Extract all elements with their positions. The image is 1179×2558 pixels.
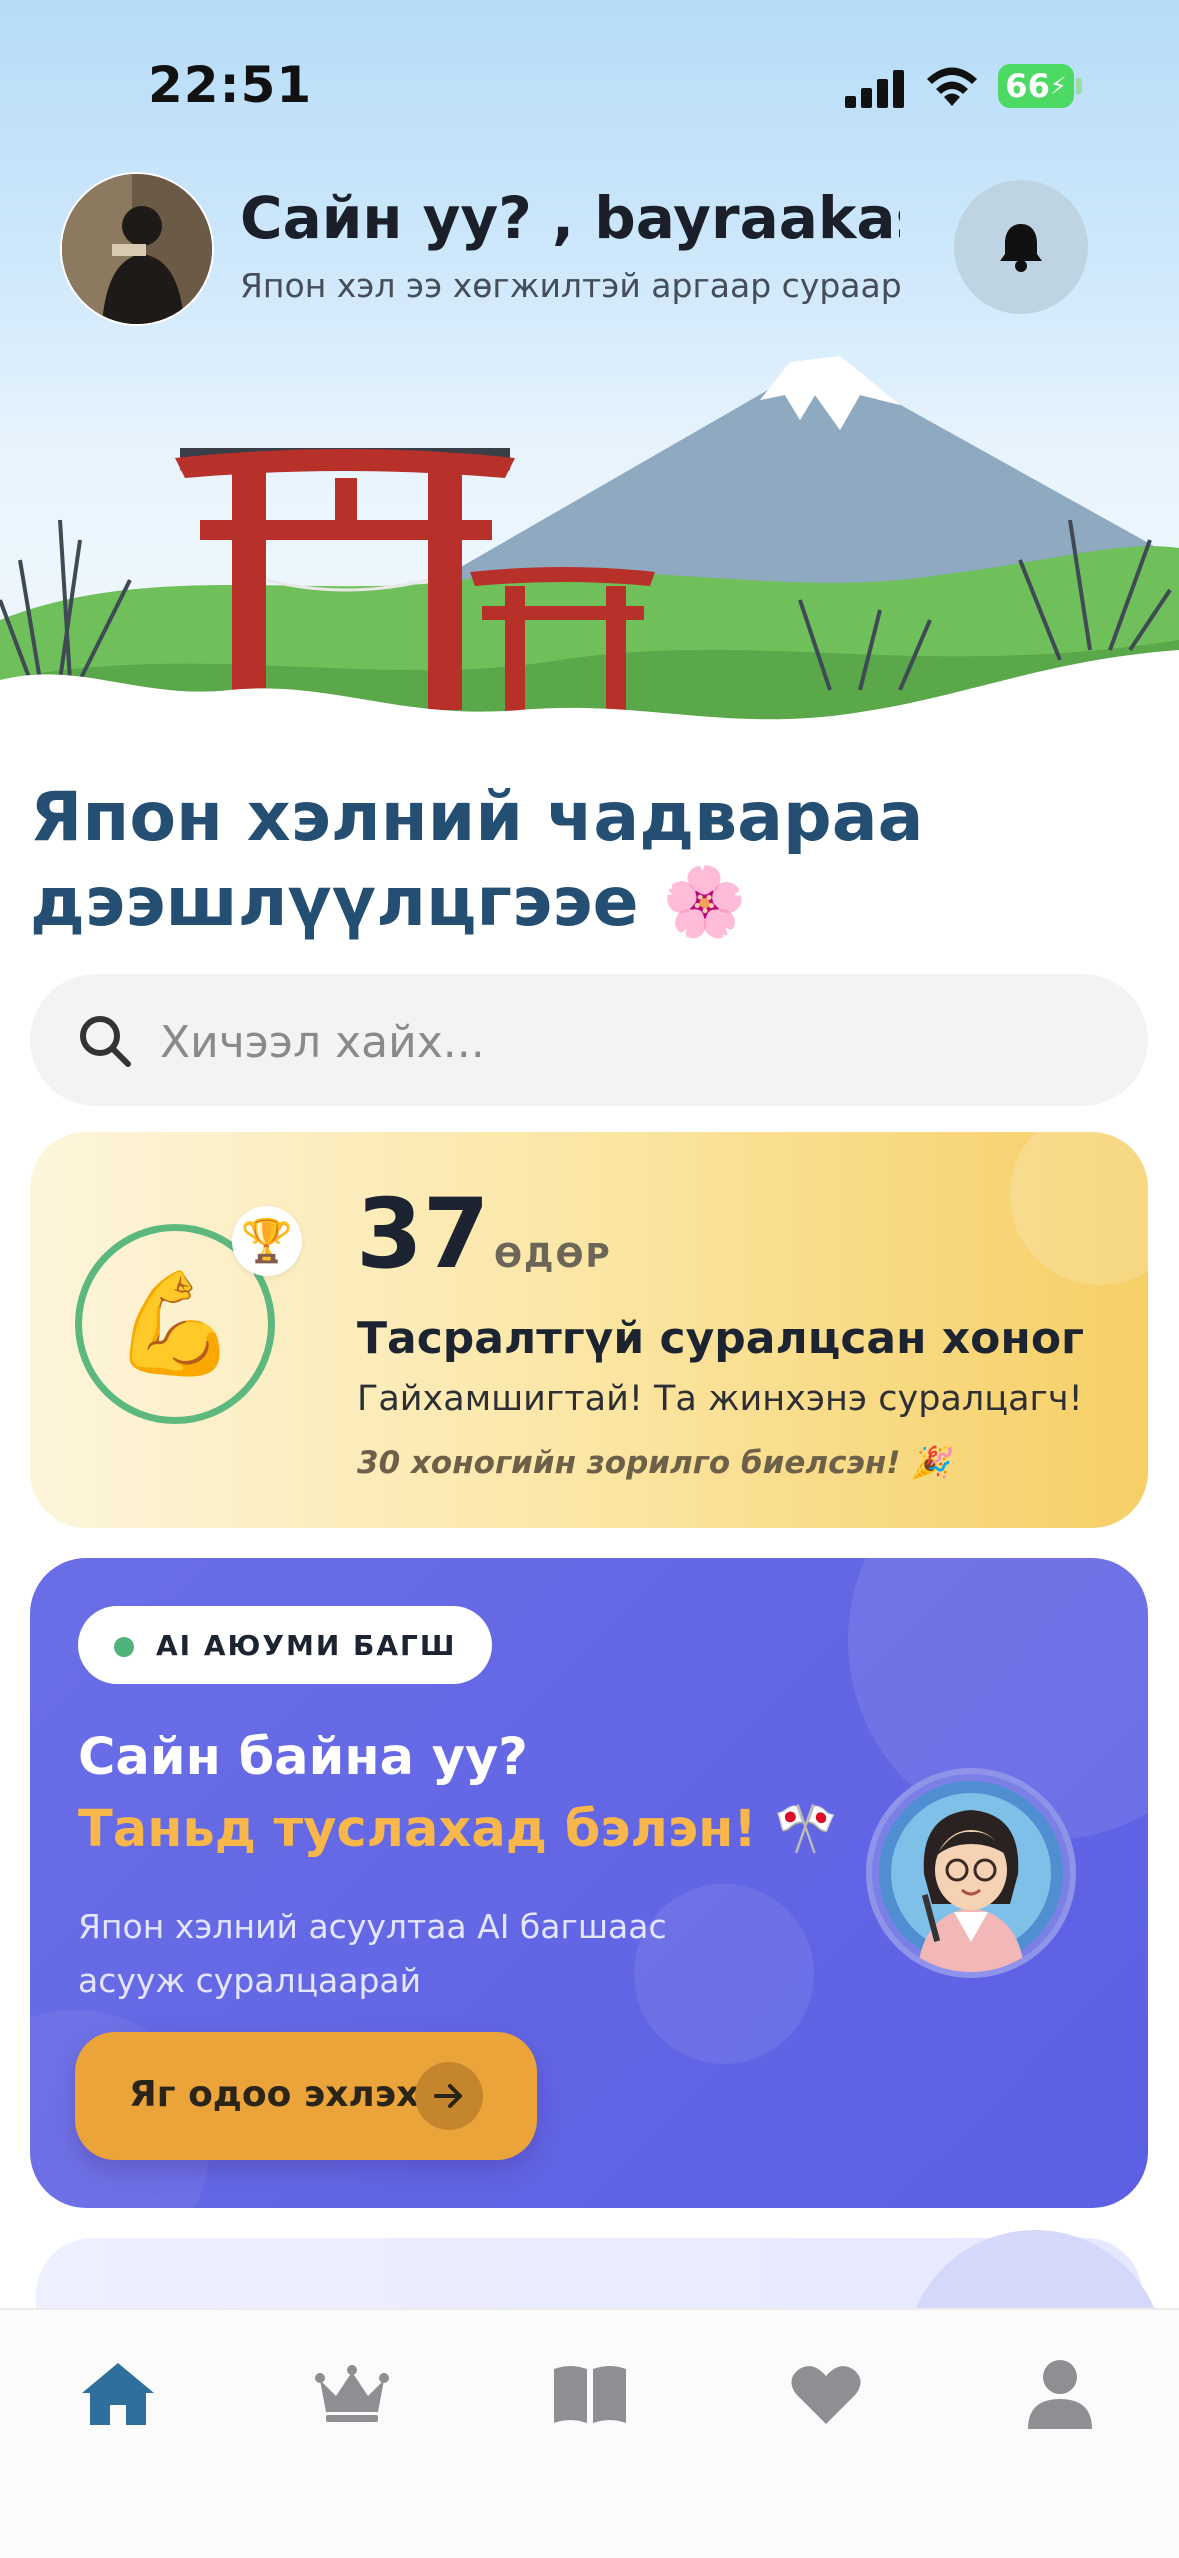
online-dot-icon [114, 1637, 134, 1657]
tab-lessons[interactable] [548, 2352, 632, 2436]
search-icon [78, 1014, 132, 1072]
ai-badge-label: AI АЮУМИ БАГШ [156, 1628, 457, 1662]
start-now-label: Яг одоо эхлэх [129, 2074, 420, 2115]
notification-button[interactable] [954, 180, 1088, 314]
battery-tip [1076, 78, 1082, 94]
tab-favorites[interactable] [784, 2352, 868, 2436]
battery-charging-icon: 66 ⚡ [998, 64, 1074, 108]
bell-icon [1000, 224, 1042, 272]
ai-badge: AI АЮУМИ БАГШ [78, 1606, 493, 1684]
start-now-button[interactable]: Яг одоо эхлэх [75, 2032, 537, 2160]
flexed-biceps-icon: 💪 [112, 1265, 238, 1382]
greeting-title: Сайн уу? , bayraakasp... [240, 184, 900, 252]
arrow-right-icon [415, 2062, 483, 2130]
streak-title: Тасралтгүй суралцсан хоног [357, 1313, 1085, 1364]
profile-icon [1028, 2360, 1092, 2429]
tab-home[interactable] [76, 2352, 160, 2436]
heart-icon [791, 2366, 861, 2424]
streak-card-decoration [1010, 1105, 1179, 1285]
crown-icon [315, 2365, 389, 2422]
mountain-torii-illustration [0, 356, 1179, 760]
ai-ready-text: Таньд туслахад бэлэн! 🎌 [78, 1800, 838, 1859]
streak-goal: 30 хоногийн зорилго биелсэн! 🎉 [357, 1445, 950, 1481]
trophy-icon: 🏆 [232, 1206, 302, 1276]
tab-premium[interactable] [310, 2352, 394, 2436]
ai-description: Япон хэлний асуултаа AI багшаас асууж су… [78, 1907, 667, 2000]
book-icon [554, 2366, 626, 2423]
trophy-emoji: 🏆 [240, 1216, 294, 1265]
battery-level: 66 [1005, 67, 1050, 105]
hero-banner [0, 0, 1179, 760]
page-title: Япон хэлний чадвараа дээшлүүлцгээе 🌸 [30, 778, 924, 942]
streak-days: 37 [356, 1178, 490, 1290]
search-input[interactable] [158, 1006, 1062, 1078]
streak-subtitle: Гайхамшигтай! Та жинхэнэ суралцагч! [357, 1379, 1083, 1419]
home-icon [82, 2363, 154, 2425]
greeting-subtitle: Япон хэл ээ хөгжилтэй аргаар сураар... [240, 266, 900, 305]
streak-unit: ӨДӨР [494, 1236, 612, 1275]
wifi-icon [925, 64, 979, 110]
tab-profile[interactable] [1018, 2352, 1102, 2436]
cellular-signal-icon [845, 70, 907, 112]
status-time: 22:51 [148, 56, 313, 114]
avatar[interactable] [60, 172, 214, 326]
ai-teacher-avatar [866, 1768, 1076, 1978]
ai-greeting: Сайн байна уу? [78, 1728, 528, 1787]
